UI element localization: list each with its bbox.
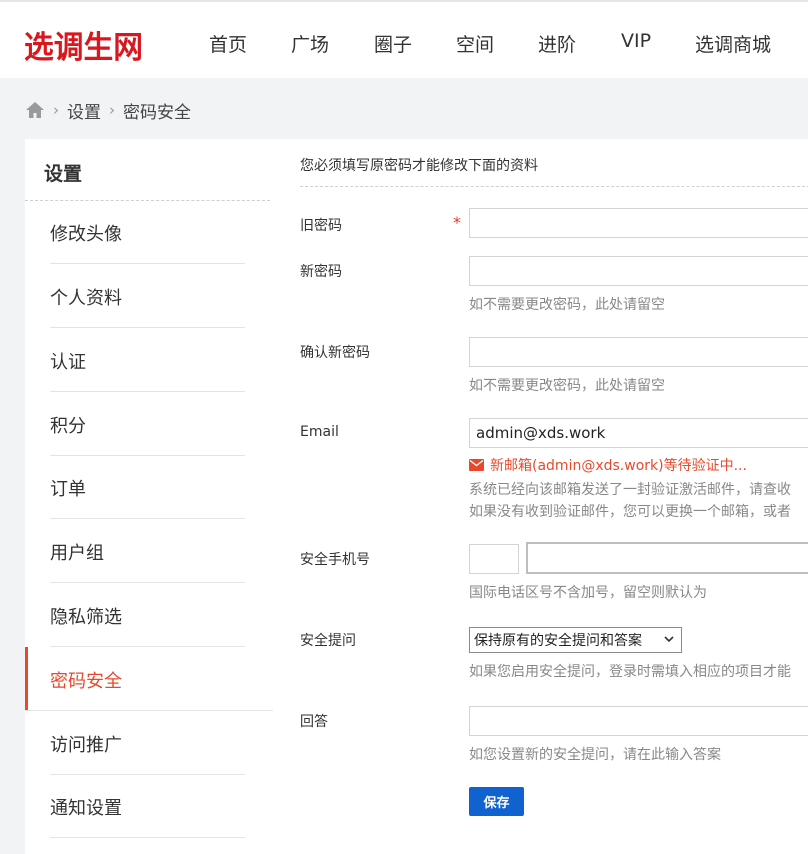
nav-item-home[interactable]: 首页	[209, 30, 247, 57]
form-notice: 您必须填写原密码才能修改下面的资料	[300, 158, 538, 174]
email-pending-notice: 新邮箱(admin@xds.work)等待验证中...	[469, 455, 747, 475]
nav-item-mall[interactable]: 选调商城	[695, 30, 771, 57]
phone-hint: 国际电话区号不含加号，留空则默认为	[469, 585, 707, 601]
answer-input[interactable]	[469, 706, 808, 736]
sidebar-item-label: 订单	[50, 479, 86, 500]
breadcrumb: › 设置 › 密码安全	[25, 98, 191, 123]
breadcrumb-separator: ›	[109, 101, 115, 119]
sidebar-item-promotion[interactable]: 访问推广	[25, 711, 273, 775]
sidebar-item-label: 认证	[50, 352, 86, 373]
sidebar-item-avatar[interactable]: 修改头像	[25, 200, 273, 264]
nav-item-vip[interactable]: VIP	[621, 30, 651, 52]
breadcrumb-current: 密码安全	[123, 102, 191, 123]
answer-label: 回答	[300, 714, 328, 730]
top-header: 选调生网 首页 广场 圈子 空间 进阶 VIP 选调商城	[0, 0, 808, 78]
sidebar-item-notifications[interactable]: 通知设置	[25, 774, 273, 838]
security-question-label: 安全提问	[300, 633, 356, 649]
mail-icon	[469, 459, 484, 471]
sidebar-item-label: 访问推广	[50, 735, 122, 756]
sidebar-item-usergroup[interactable]: 用户组	[25, 519, 273, 583]
security-question-select[interactable]: 保持原有的安全提问和答案	[469, 627, 682, 653]
new-password-input[interactable]	[469, 256, 808, 286]
confirm-password-hint: 如不需要更改密码，此处请留空	[469, 378, 665, 394]
password-security-form: 您必须填写原密码才能修改下面的资料 旧密码 * 新密码 如不需要更改密码，此处请…	[273, 139, 808, 854]
sidebar-item-label: 积分	[50, 416, 86, 437]
email-pending-text: 新邮箱(admin@xds.work)等待验证中...	[490, 458, 747, 474]
sidebar-item-credits[interactable]: 积分	[25, 392, 273, 456]
new-password-label: 新密码	[300, 264, 342, 280]
sidebar-item-label: 通知设置	[50, 798, 122, 819]
confirm-password-label: 确认新密码	[300, 345, 370, 361]
active-indicator	[25, 647, 28, 711]
security-question-hint: 如果您启用安全提问，登录时需填入相应的项目才能	[469, 664, 791, 680]
nav-item-square[interactable]: 广场	[291, 30, 329, 57]
email-field[interactable]	[469, 418, 808, 448]
chevron-down-icon	[663, 633, 675, 645]
email-hint-sent: 系统已经向该邮箱发送了一封验证激活邮件，请查收	[469, 482, 791, 498]
email-hint-resend: 如果没有收到验证邮件，您可以更换一个邮箱，或者	[469, 504, 791, 520]
sidebar-title: 设置	[44, 163, 83, 185]
sidebar-item-orders[interactable]: 订单	[25, 455, 273, 519]
breadcrumb-separator: ›	[53, 101, 59, 119]
email-label: Email	[300, 424, 339, 440]
nav-item-space[interactable]: 空间	[456, 30, 494, 57]
phone-input[interactable]	[526, 542, 808, 574]
settings-sidebar: 设置 修改头像 个人资料 认证 积分 订单 用户组 隐私筛选 密码安全 访问推广…	[25, 139, 273, 854]
old-password-label: 旧密码	[300, 218, 342, 234]
save-button[interactable]: 保存	[469, 787, 524, 816]
country-code-input[interactable]	[469, 544, 519, 574]
phone-label: 安全手机号	[300, 552, 370, 568]
security-question-value: 保持原有的安全提问和答案	[474, 633, 642, 649]
breadcrumb-settings[interactable]: 设置	[67, 98, 101, 123]
sidebar-item-password-security[interactable]: 密码安全	[25, 647, 273, 711]
confirm-password-input[interactable]	[469, 337, 808, 367]
home-icon[interactable]	[25, 101, 45, 119]
sidebar-item-profile[interactable]: 个人资料	[25, 264, 273, 328]
required-mark: *	[453, 213, 461, 232]
sidebar-item-verify[interactable]: 认证	[25, 328, 273, 392]
sidebar-item-label: 隐私筛选	[50, 607, 122, 628]
sidebar-item-label: 用户组	[50, 543, 104, 564]
nav-item-circle[interactable]: 圈子	[374, 30, 412, 57]
new-password-hint: 如不需要更改密码，此处请留空	[469, 297, 665, 313]
form-divider	[300, 186, 808, 187]
sidebar-item-label: 密码安全	[50, 671, 122, 692]
sidebar-item-label: 修改头像	[50, 224, 122, 245]
site-logo[interactable]: 选调生网	[24, 22, 143, 67]
nav-item-advanced[interactable]: 进阶	[538, 30, 576, 57]
sidebar-item-label: 个人资料	[50, 288, 122, 309]
old-password-input[interactable]	[469, 208, 808, 238]
sidebar-item-privacy[interactable]: 隐私筛选	[25, 583, 273, 647]
answer-hint: 如您设置新的安全提问，请在此输入答案	[469, 747, 721, 763]
